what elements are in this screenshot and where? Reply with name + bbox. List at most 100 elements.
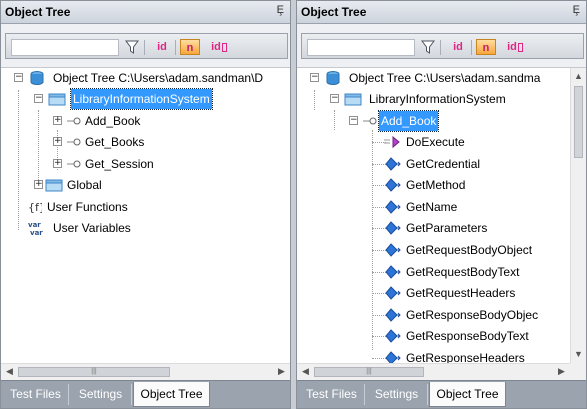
tree-node-label: GetParameters — [406, 221, 488, 235]
tree-node-label: User Variables — [53, 221, 131, 235]
object-tree-panel-right: Object Tree Ȩ id n id − Object Tree C:\U… — [296, 0, 587, 409]
tree-node-label: GetRequestBodyObject — [406, 243, 533, 257]
horizontal-scrollbar[interactable]: ◀ ||| ▶ — [1, 363, 290, 380]
method-icon — [385, 265, 401, 279]
collapse-toggle-icon[interactable]: − — [310, 73, 319, 82]
tree-node-label: GetResponseBodyText — [406, 329, 529, 343]
tree-node-label: User Functions — [47, 200, 128, 214]
scroll-down-arrow-icon[interactable]: ▼ — [573, 349, 584, 360]
show-id-button[interactable]: id — [152, 39, 172, 55]
method-icon — [385, 178, 401, 192]
panel-titlebar: Object Tree Ȩ — [1, 1, 290, 24]
database-icon — [30, 71, 44, 85]
tab-settings[interactable]: Settings — [366, 384, 428, 405]
bracket-glyph-icon — [221, 42, 227, 52]
collapse-toggle-icon[interactable]: − — [349, 116, 358, 125]
collapse-toggle-icon[interactable]: − — [330, 94, 339, 103]
search-input[interactable] — [11, 39, 119, 56]
object-key-icon — [363, 117, 377, 125]
tree-node-label: Add_Book — [85, 114, 141, 128]
tree-connector — [18, 90, 19, 230]
expand-toggle-icon[interactable]: + — [34, 180, 43, 189]
folder-icon — [48, 93, 66, 106]
scrollbar-corner — [570, 363, 586, 380]
panel-titlebar: Object Tree Ȩ — [297, 1, 586, 24]
pin-icon[interactable]: Ȩ — [573, 4, 580, 16]
show-id-bracket-button[interactable]: id — [502, 39, 528, 55]
scroll-up-arrow-icon[interactable]: ▲ — [573, 71, 584, 82]
tree-node-label: DoExecute — [406, 135, 465, 149]
method-icon — [385, 200, 401, 214]
panel-title: Object Tree — [5, 5, 71, 19]
show-name-button[interactable]: n — [476, 39, 496, 55]
vertical-scrollbar[interactable]: ▲ ▼ — [570, 68, 586, 363]
tree-node-label: GetResponseHeaders — [406, 351, 525, 363]
tab-test-files[interactable]: Test Files — [299, 384, 365, 405]
svg-text:var: var — [30, 229, 43, 236]
tree-node-label: GetMethod — [406, 178, 466, 192]
object-key-icon — [67, 160, 81, 168]
scrollbar-thumb[interactable]: ||| — [314, 367, 424, 377]
filter-icon[interactable] — [420, 38, 436, 55]
method-icon — [385, 221, 401, 235]
tree-connector — [314, 90, 315, 110]
scroll-right-arrow-icon[interactable]: ▶ — [276, 366, 287, 377]
collapse-toggle-icon[interactable]: − — [14, 73, 23, 82]
scroll-left-arrow-icon[interactable]: ◀ — [300, 366, 311, 377]
action-icon — [384, 135, 400, 149]
filter-toolbar-strip: id n id — [5, 33, 288, 59]
scrollbar-thumb[interactable] — [574, 86, 583, 158]
collapse-toggle-icon[interactable]: − — [34, 94, 43, 103]
tree-node-label: Object Tree C:\Users\adam.sandman\D — [53, 71, 264, 85]
object-key-icon — [67, 138, 81, 146]
object-tree: − Object Tree C:\Users\adam.sandman\D − … — [1, 68, 290, 363]
tree-node-label: Get_Session — [85, 157, 154, 171]
object-key-icon — [67, 117, 81, 125]
method-icon — [385, 351, 401, 363]
object-tree-panel-left: Object Tree Ȩ id n id − Object Tree C:\U… — [0, 0, 291, 409]
filter-toolbar: id n id — [1, 24, 290, 68]
show-name-button[interactable]: n — [180, 39, 200, 55]
tree-node-label: Global — [67, 178, 102, 192]
tab-object-tree[interactable]: Object Tree — [429, 382, 506, 407]
toolbar-separator — [471, 40, 472, 55]
tab-object-tree[interactable]: Object Tree — [133, 382, 210, 407]
filter-toolbar-strip: id n id — [301, 33, 584, 59]
toolbar-separator — [440, 40, 441, 55]
bottom-tab-bar: Test Files Settings Object Tree — [1, 380, 290, 408]
svg-text:{f}: {f} — [28, 201, 42, 214]
show-id-bracket-label: id — [507, 41, 517, 53]
scrollbar-thumb[interactable]: ||| — [18, 367, 170, 377]
tree-node-label: GetName — [406, 200, 458, 214]
tree-node-label: LibraryInformationSystem — [70, 88, 213, 110]
show-id-bracket-button[interactable]: id — [206, 39, 232, 55]
expand-toggle-icon[interactable]: + — [53, 116, 62, 125]
tree-node-label: Get_Books — [85, 135, 145, 149]
object-tree: − Object Tree C:\Users\adam.sandma − Lib… — [297, 68, 570, 363]
show-id-button[interactable]: id — [448, 39, 468, 55]
function-icon: {f} — [28, 201, 42, 214]
tree-connector — [334, 110, 335, 130]
pin-icon[interactable]: Ȩ — [277, 4, 284, 16]
method-icon — [385, 308, 401, 322]
tree-node-label: GetResponseBodyObjec — [406, 308, 539, 322]
show-id-bracket-label: id — [211, 41, 221, 53]
filter-icon[interactable] — [124, 38, 140, 55]
method-icon — [385, 329, 401, 343]
folder-icon — [45, 179, 63, 192]
tab-test-files[interactable]: Test Files — [3, 384, 69, 405]
horizontal-scrollbar[interactable]: ◀ ||| ▶ — [297, 363, 570, 380]
scroll-left-arrow-icon[interactable]: ◀ — [4, 366, 15, 377]
tree-node-label: LibraryInformationSystem — [369, 92, 506, 106]
tab-settings[interactable]: Settings — [70, 384, 132, 405]
scroll-right-arrow-icon[interactable]: ▶ — [556, 366, 567, 377]
method-icon — [385, 157, 401, 171]
search-input[interactable] — [307, 39, 415, 56]
expand-toggle-icon[interactable]: + — [53, 137, 62, 146]
panel-title: Object Tree — [301, 5, 367, 19]
variable-icon: varvar — [28, 221, 43, 236]
toolbar-separator — [144, 40, 145, 55]
method-icon — [385, 243, 401, 257]
toolbar-separator — [175, 40, 176, 55]
expand-toggle-icon[interactable]: + — [53, 159, 62, 168]
